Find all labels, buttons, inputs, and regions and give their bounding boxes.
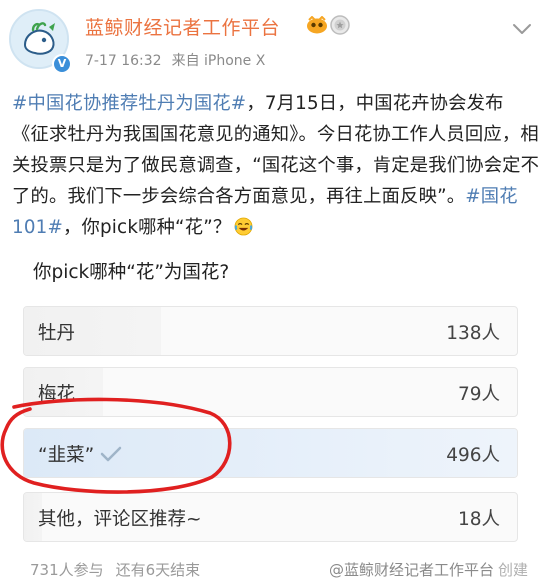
post-time: 7-17 16:32 xyxy=(85,53,162,69)
poll-creator-link[interactable]: @蓝鲸财经记者工作平台 xyxy=(329,561,494,579)
hashtag-link[interactable]: #中国花协推荐牡丹为国花# xyxy=(12,93,246,114)
poll-option-count: 496人 xyxy=(446,445,500,466)
poll-option-label: 梅花 xyxy=(38,384,76,405)
poll-option-label: 牡丹 xyxy=(38,323,76,344)
poll-option[interactable]: 梅花 79人 xyxy=(23,367,518,417)
chevron-down-icon[interactable] xyxy=(512,22,532,36)
poll-option-count: 18人 xyxy=(457,509,500,530)
poll-footer: 731人参与 还有6天结束 xyxy=(30,559,200,580)
account-name[interactable]: 蓝鲸财经记者工作平台 xyxy=(85,13,280,40)
check-icon xyxy=(100,446,122,462)
poll-creator: @蓝鲸财经记者工作平台 创建 xyxy=(329,559,528,580)
post-source: 来自 iPhone X xyxy=(171,53,266,69)
post-meta: 7-17 16:32 来自 iPhone X xyxy=(85,50,265,70)
poll-participants: 731人参与 xyxy=(30,561,104,579)
vip-crown-icon xyxy=(307,16,327,34)
poll-option-label: “韭菜” xyxy=(38,441,122,467)
poll-option-count: 138人 xyxy=(446,323,500,344)
poll-option[interactable]: 牡丹 138人 xyxy=(23,306,518,356)
laughing-tears-emoji-icon xyxy=(234,217,253,236)
poll-question: 你pick哪种“花”为国花? xyxy=(33,262,230,283)
post-header: V 蓝鲸财经记者工作平台 7-17 16:32 来自 iPhone X xyxy=(0,0,550,82)
poll-creator-action: 创建 xyxy=(497,561,528,579)
poll-remaining: 还有6天结束 xyxy=(115,561,201,579)
post-body-end: ，你pick哪种“花”？ xyxy=(63,217,232,238)
poll-option-count: 79人 xyxy=(457,384,500,405)
poll-option-label: 其他，评论区推荐~ xyxy=(38,509,202,530)
verified-badge-icon: V xyxy=(52,54,72,74)
post-text: #中国花协推荐牡丹为国花#，7月15日，中国花卉协会发布《征求牡丹为我国国花意见… xyxy=(12,88,540,243)
medal-icon xyxy=(330,15,350,35)
poll-option[interactable]: 其他，评论区推荐~ 18人 xyxy=(23,492,518,542)
poll-option-selected[interactable]: “韭菜” 496人 xyxy=(23,428,518,478)
